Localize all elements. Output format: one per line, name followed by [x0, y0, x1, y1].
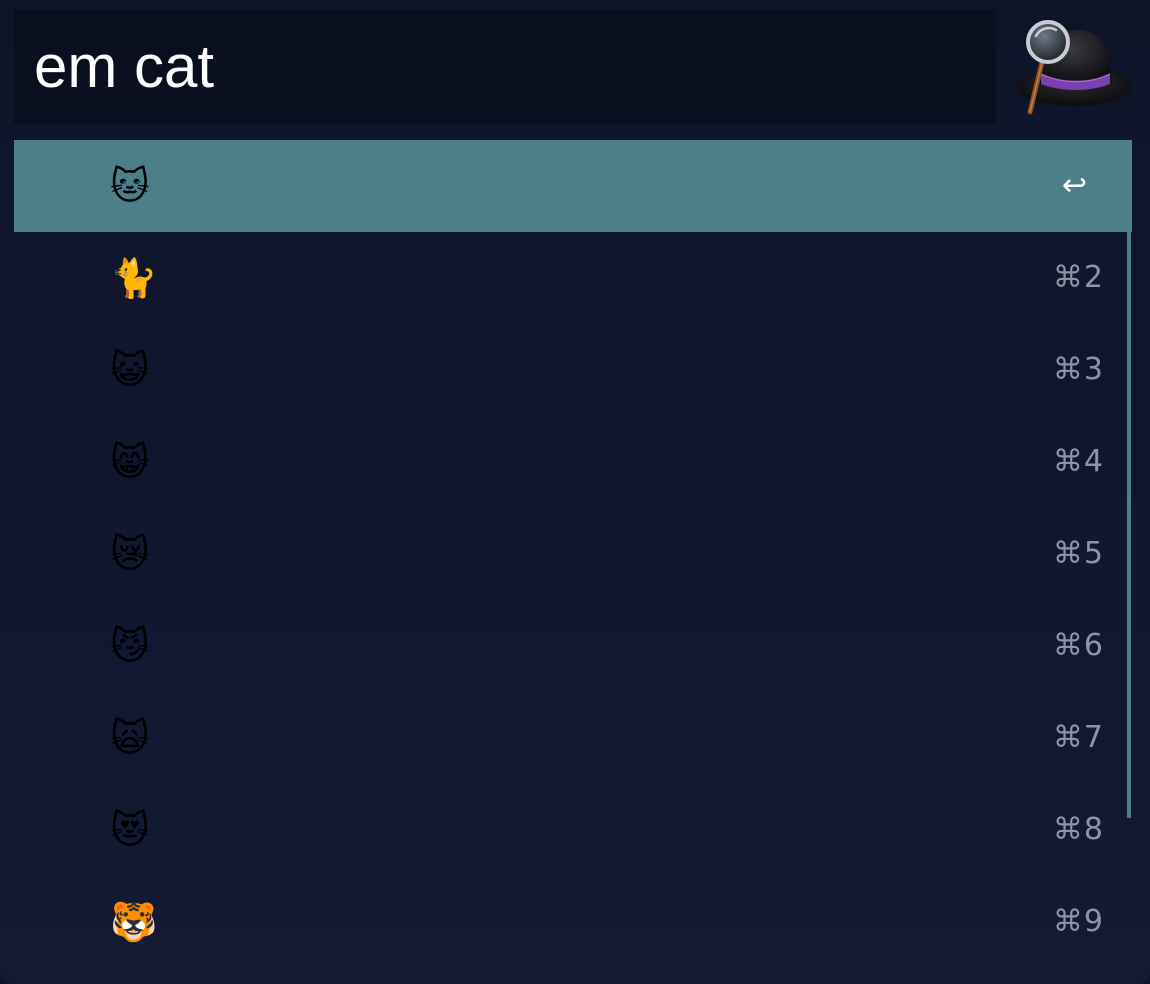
wry-smile-cat-emoji: 😼 — [110, 624, 150, 668]
alfred-hat-icon — [1012, 18, 1136, 120]
result-row[interactable]: 🐈 ⌘2 — [14, 232, 1132, 324]
heart-eyes-cat-emoji: 😻 — [110, 808, 150, 852]
shortcut-hint: ⌘8 — [1052, 812, 1104, 847]
result-row[interactable]: 😼 ⌘6 — [14, 600, 1132, 692]
scrollbar[interactable] — [1127, 232, 1131, 818]
grinning-cat-smiling-eyes-emoji: 😸 — [110, 440, 150, 484]
grinning-cat-emoji: 😺 — [110, 348, 150, 392]
result-row[interactable]: 😺 ⌘3 — [14, 324, 1132, 416]
shortcut-hint: ⌘4 — [1052, 444, 1104, 479]
result-row[interactable]: 🐯 ⌘9 — [14, 876, 1132, 968]
weary-cat-emoji: 🙀 — [110, 716, 150, 760]
result-row[interactable]: 😻 ⌘8 — [14, 784, 1132, 876]
crying-cat-emoji: 😿 — [110, 532, 150, 576]
return-key-hint: ↩ — [1061, 168, 1088, 203]
tiger-face-emoji: 🐯 — [110, 900, 158, 944]
result-row[interactable]: 🙀 ⌘7 — [14, 692, 1132, 784]
result-row[interactable]: 😸 ⌘4 — [14, 416, 1132, 508]
launcher-window: 🐱 ↩ 🐈 ⌘2 😺 ⌘3 😸 ⌘4 😿 ⌘5 😼 ⌘6 🙀 ⌘7 — [0, 0, 1150, 984]
shortcut-hint: ⌘7 — [1052, 720, 1104, 755]
search-bar[interactable] — [14, 10, 996, 124]
search-input[interactable] — [34, 24, 974, 110]
cat-emoji: 🐈 — [110, 256, 158, 300]
shortcut-hint: ⌘5 — [1052, 536, 1104, 571]
shortcut-hint: ⌘6 — [1052, 628, 1104, 663]
results-list: 🐱 ↩ 🐈 ⌘2 😺 ⌘3 😸 ⌘4 😿 ⌘5 😼 ⌘6 🙀 ⌘7 😻 ⌘8 🐯… — [14, 140, 1132, 968]
shortcut-hint: ⌘2 — [1052, 260, 1104, 295]
shortcut-hint: ⌘3 — [1052, 352, 1104, 387]
result-row[interactable]: 😿 ⌘5 — [14, 508, 1132, 600]
result-row-selected[interactable]: 🐱 ↩ — [14, 140, 1132, 232]
shortcut-hint: ⌘9 — [1052, 904, 1104, 939]
cat-face-emoji: 🐱 — [110, 164, 150, 208]
